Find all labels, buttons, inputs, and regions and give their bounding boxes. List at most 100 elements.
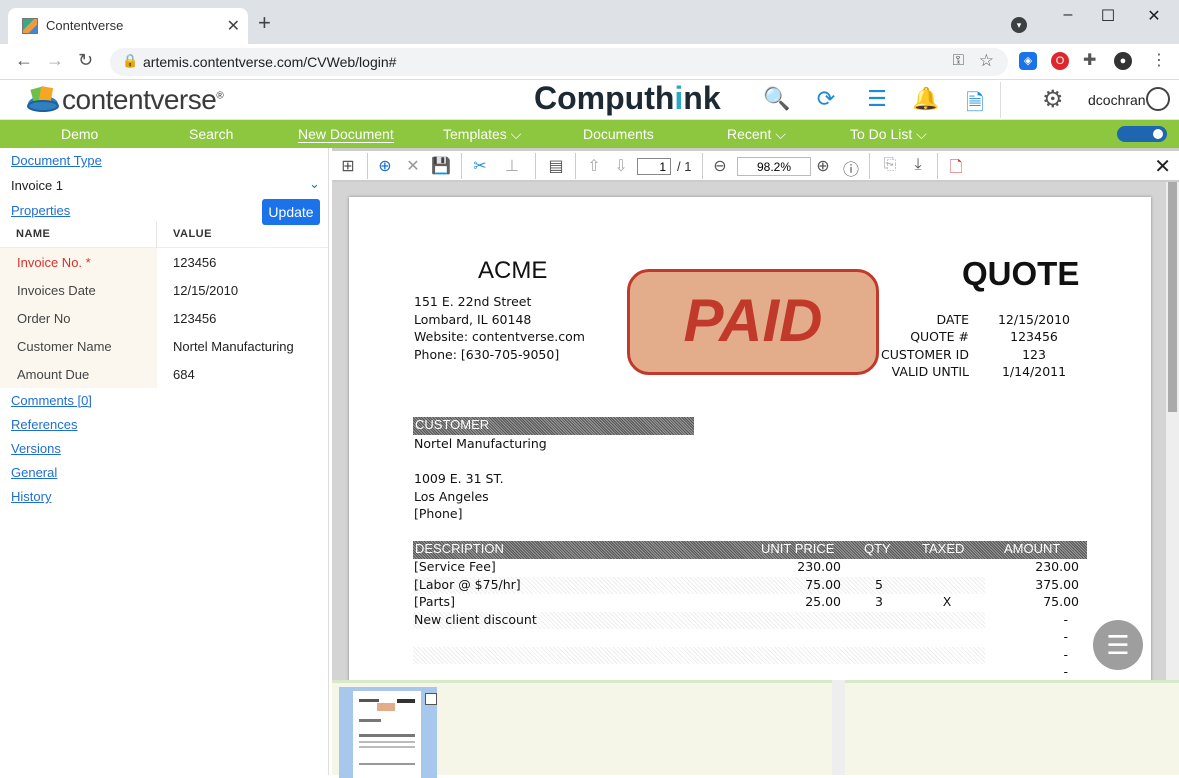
forward-icon[interactable]: →	[46, 50, 64, 71]
document-type-select[interactable]: Invoice 1	[11, 178, 63, 193]
info-icon[interactable]: ⓘ	[841, 156, 861, 180]
tools-icon[interactable]: ✂	[470, 156, 490, 176]
zoom-in-icon[interactable]: ⊕	[813, 156, 833, 176]
tab-close-icon[interactable]: ✕	[227, 16, 240, 36]
line-description: [Parts]	[414, 594, 455, 609]
line-qty: 5	[875, 577, 883, 592]
document-canvas[interactable]: ACME QUOTE PAID 151 E. 22nd Street Lomba…	[332, 182, 1179, 680]
nav-new-document[interactable]: New Document	[298, 126, 394, 143]
column-description: DESCRIPTION	[415, 541, 504, 556]
document-type-link[interactable]: Document Type	[11, 153, 102, 168]
opera-extension-icon[interactable]: O	[1051, 52, 1069, 70]
address-line: Lombard, IL 60148	[414, 312, 532, 327]
comments-link[interactable]: Comments [0]	[11, 393, 92, 408]
nav-todo[interactable]: To Do List ⌵	[850, 126, 927, 143]
user-avatar-icon[interactable]	[1146, 87, 1170, 111]
next-page-icon[interactable]: ⇩	[611, 156, 631, 176]
viewer-toolbar: ⊞ ⊕ ✕ 💾 ✂ ⊥ ▤ ⇧ ⇩ / 1 ⊖ ⊕ ⓘ ⎘ ⤓ 🗋 ✕	[332, 151, 1179, 181]
property-row[interactable]: Invoices Date 12/15/2010	[0, 276, 328, 304]
page-view-icon[interactable]: ▤	[546, 156, 566, 176]
thumbnail-checkbox[interactable]	[425, 693, 437, 705]
history-link[interactable]: History	[11, 489, 51, 504]
close-window-button[interactable]: ✕	[1134, 6, 1174, 26]
extension-tag-icon[interactable]: ◈	[1019, 52, 1037, 70]
view-toggle[interactable]	[1117, 126, 1167, 142]
key-icon[interactable]: ⚿	[953, 52, 964, 69]
thumbnail-scrollbar[interactable]	[832, 680, 845, 775]
export-icon[interactable]: ⎘	[880, 156, 900, 174]
brand-part-1: Compu	[534, 80, 645, 116]
document-icon[interactable]: 🗎	[960, 86, 990, 124]
property-row[interactable]: Amount Due 684	[0, 360, 328, 388]
property-value[interactable]: 123456	[173, 255, 216, 270]
bookmark-star-icon[interactable]: ☆	[979, 51, 994, 71]
maximize-button[interactable]: ☐	[1088, 6, 1128, 26]
tab-search-icon[interactable]: ▾	[1011, 17, 1027, 33]
customer-line: Los Angeles	[414, 489, 489, 504]
new-tab-button[interactable]: +	[258, 10, 271, 36]
address-bar[interactable]: 🔒 artemis.contentverse.com/CVWeb/login# …	[110, 48, 1008, 76]
close-viewer-icon[interactable]: ✕	[1154, 154, 1171, 179]
thumbnail-strip	[332, 680, 1179, 778]
meta-label: DATE	[936, 312, 969, 327]
nav-recent-label: Recent	[727, 126, 772, 142]
gear-icon[interactable]: ⚙	[1042, 85, 1064, 114]
username[interactable]: dcochran	[1088, 92, 1146, 108]
nav-search[interactable]: Search	[189, 126, 233, 142]
refresh-icon[interactable]: ⟳	[811, 86, 841, 112]
page-number-input[interactable]	[637, 158, 671, 175]
line-amount: 75.00	[1043, 594, 1079, 609]
profile-avatar-icon[interactable]: ●	[1114, 52, 1132, 70]
line-items-header: DESCRIPTION UNIT PRICE QTY TAXED AMOUNT	[413, 541, 1087, 559]
property-name: Customer Name	[0, 332, 157, 360]
toolbar-separator	[937, 153, 938, 179]
search-icon[interactable]: 🔍	[762, 86, 792, 112]
minimize-button[interactable]: –	[1048, 6, 1088, 26]
general-link[interactable]: General	[11, 465, 57, 480]
property-value[interactable]: 12/15/2010	[173, 283, 238, 298]
page-thumbnail[interactable]	[339, 687, 437, 778]
chevron-down-icon: ⌵	[775, 126, 786, 142]
meta-value: 123456	[1010, 329, 1058, 344]
column-header-name: NAME	[16, 228, 51, 240]
properties-link[interactable]: Properties	[11, 203, 70, 218]
browser-menu-icon[interactable]: ⋮	[1151, 50, 1167, 70]
previous-page-icon[interactable]: ⇧	[584, 156, 604, 176]
extensions-puzzle-icon[interactable]: ✚	[1083, 50, 1096, 70]
property-name: Invoices Date	[0, 276, 157, 304]
column-taxed: TAXED	[922, 541, 965, 556]
nav-recent[interactable]: Recent ⌵	[727, 126, 786, 143]
url-text: artemis.contentverse.com/CVWeb/login#	[143, 54, 397, 70]
nav-templates[interactable]: Templates ⌵	[443, 126, 521, 143]
viewer-scrollbar-thumb[interactable]	[1168, 182, 1177, 412]
save-icon[interactable]: 💾	[431, 156, 451, 176]
bell-icon[interactable]: 🔔	[911, 86, 941, 112]
add-icon[interactable]: ⊕	[375, 156, 395, 176]
floating-menu-button[interactable]: ☰	[1093, 620, 1143, 670]
move-icon[interactable]: ⊥	[502, 156, 522, 176]
delete-icon[interactable]: ✕	[403, 156, 423, 176]
property-row[interactable]: Customer Name Nortel Manufacturing	[0, 332, 328, 360]
browser-tab[interactable]: Contentverse ✕	[8, 8, 248, 44]
property-row[interactable]: Order No 123456	[0, 304, 328, 332]
property-value[interactable]: Nortel Manufacturing	[173, 339, 294, 354]
line-description: New client discount	[414, 612, 537, 627]
property-value[interactable]: 123456	[173, 311, 216, 326]
property-row[interactable]: Invoice No. * 123456	[0, 248, 328, 276]
zoom-out-icon[interactable]: ⊖	[710, 156, 730, 176]
layout-icon[interactable]: ⊞	[338, 156, 358, 176]
pdf-icon[interactable]: 🗋	[946, 156, 966, 183]
nav-todo-label: To Do List	[850, 126, 913, 142]
chevron-down-icon[interactable]: ⌄	[309, 176, 320, 192]
versions-link[interactable]: Versions	[11, 441, 61, 456]
reload-icon[interactable]: ↻	[78, 50, 93, 71]
address-line: Phone: [630-705-9050]	[414, 347, 560, 362]
nav-demo[interactable]: Demo	[61, 126, 98, 142]
list-icon[interactable]: ☰	[862, 86, 892, 112]
property-value[interactable]: 684	[173, 367, 195, 382]
nav-documents[interactable]: Documents	[583, 126, 654, 142]
download-icon[interactable]: ⤓	[908, 156, 928, 174]
zoom-input[interactable]	[737, 157, 811, 176]
back-icon[interactable]: ←	[15, 50, 33, 71]
references-link[interactable]: References	[11, 417, 77, 432]
